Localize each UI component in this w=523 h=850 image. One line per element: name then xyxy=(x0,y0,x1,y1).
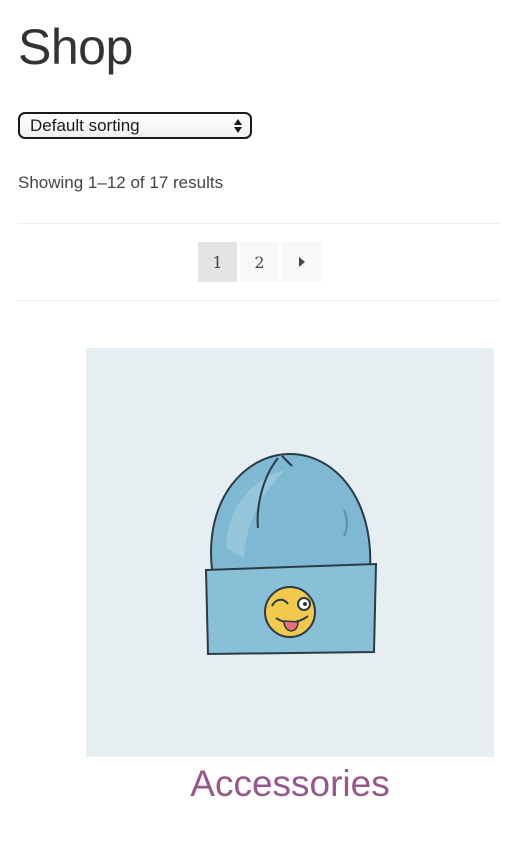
category-image[interactable] xyxy=(86,348,494,757)
triangle-right-icon xyxy=(298,257,305,267)
page-title: Shop xyxy=(18,19,133,75)
select-arrows-icon xyxy=(234,119,242,133)
shop-page: Shop Default sorting Showing 1–12 of 17 … xyxy=(0,0,523,850)
next-page-button[interactable] xyxy=(282,242,321,282)
page-1-current: 1 xyxy=(198,242,237,282)
result-count: Showing 1–12 of 17 results xyxy=(18,173,224,192)
divider-top xyxy=(18,223,500,224)
pagination: 1 2 xyxy=(198,242,321,282)
category-title[interactable]: Accessories xyxy=(86,763,494,805)
divider-bottom xyxy=(18,300,500,301)
beanie-hat-icon xyxy=(204,452,378,656)
sort-selected-label: Default sorting xyxy=(30,115,140,135)
sort-dropdown[interactable]: Default sorting xyxy=(18,112,252,139)
page-2-link[interactable]: 2 xyxy=(240,242,279,282)
